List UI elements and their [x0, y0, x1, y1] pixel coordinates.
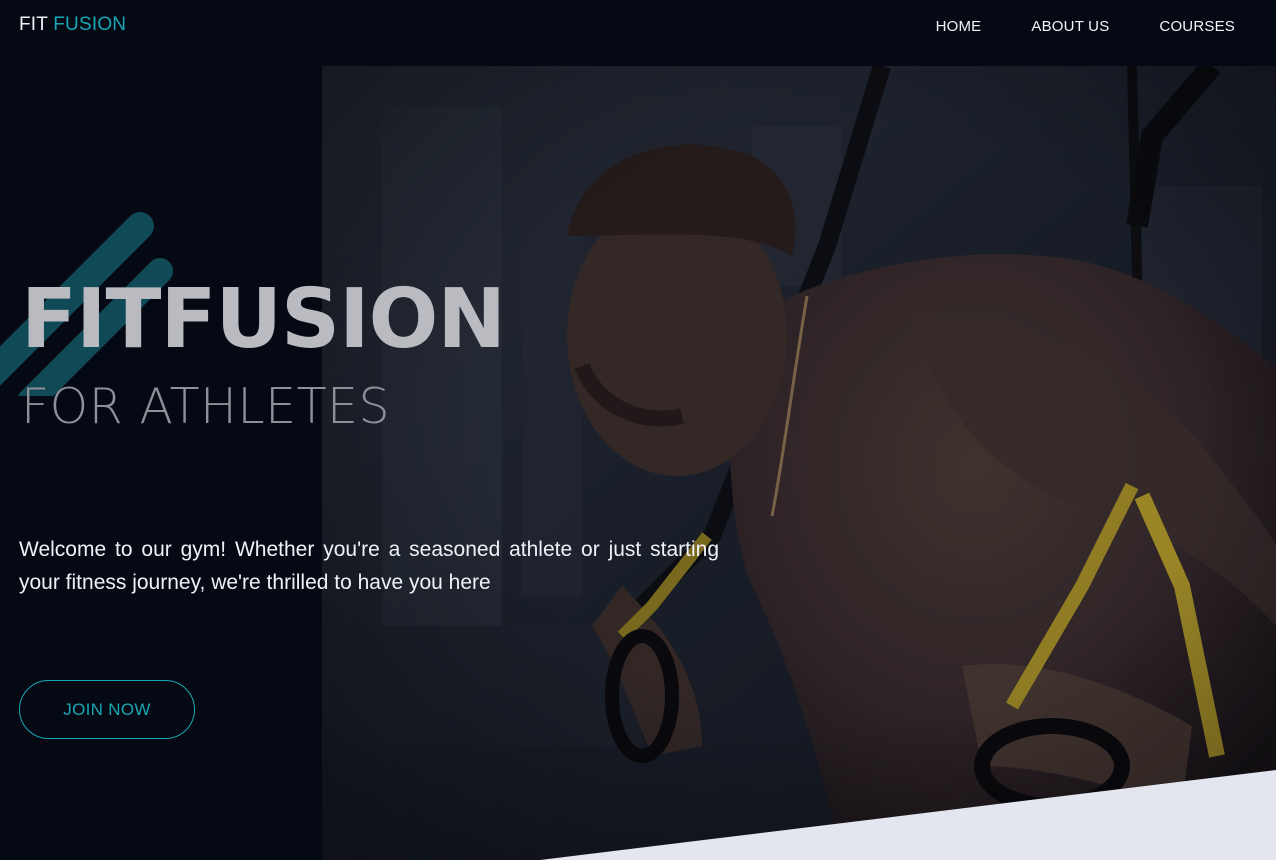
brand-accent: FUSION — [53, 14, 127, 35]
join-now-button[interactable]: JOIN NOW — [19, 680, 195, 739]
nav-item-courses: COURSES — [1159, 18, 1235, 36]
nav-link-courses[interactable]: COURSES — [1159, 18, 1235, 35]
hero-background-image — [322, 66, 1276, 860]
brand-main: FIT — [19, 14, 48, 35]
nav-link-about-us[interactable]: ABOUT US — [1031, 18, 1109, 35]
nav-item-about: ABOUT US — [1031, 18, 1109, 36]
nav-links: HOME ABOUT US COURSES — [936, 18, 1235, 36]
nav-item-home: HOME — [936, 18, 982, 36]
top-navbar: FIT FUSION HOME ABOUT US COURSES — [0, 0, 1276, 66]
landing-page: FIT FUSION HOME ABOUT US COURSES FITFUSI… — [0, 0, 1276, 860]
bottom-wedge-divider — [540, 770, 1276, 860]
brand-logo[interactable]: FIT FUSION — [19, 14, 126, 36]
athlete-photo — [322, 66, 1276, 860]
hero-section: FITFUSION FOR ATHLETES Welcome to our gy… — [0, 66, 1276, 860]
hero-title: FITFUSION — [21, 272, 506, 367]
hero-subtitle: FOR ATHLETES — [21, 378, 391, 435]
nav-link-home[interactable]: HOME — [936, 18, 982, 35]
hero-description: Welcome to our gym! Whether you're a sea… — [19, 538, 719, 594]
